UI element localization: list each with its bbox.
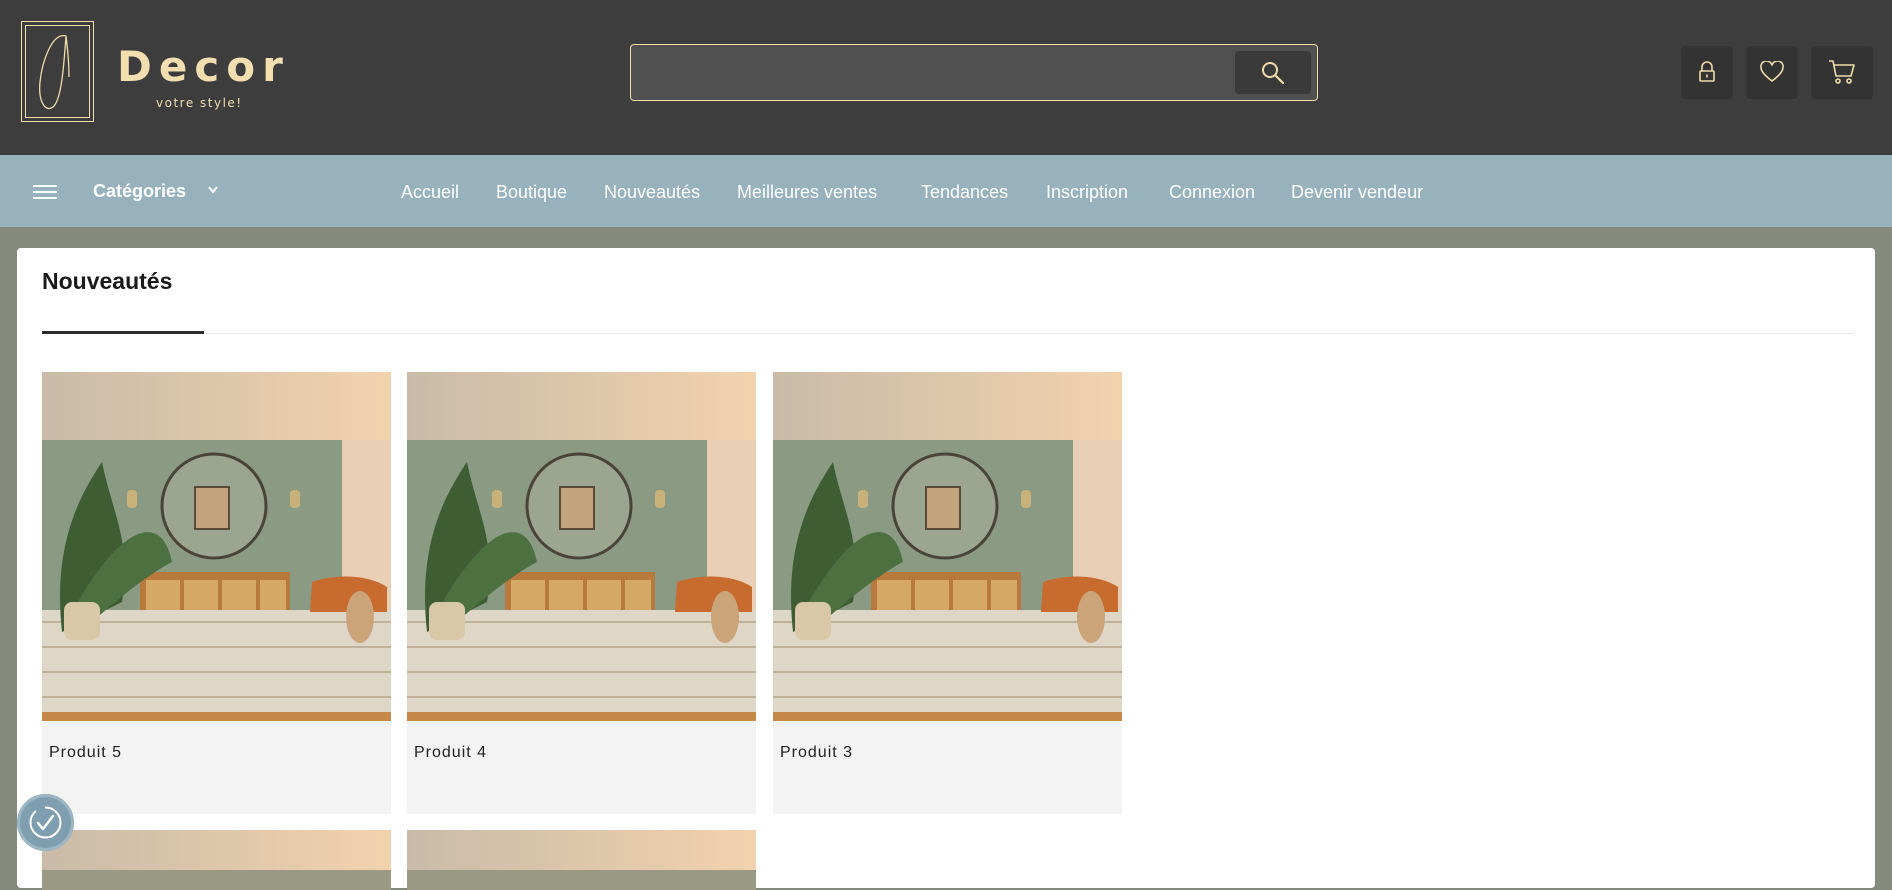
product-image[interactable] <box>407 372 756 721</box>
product-image[interactable] <box>773 372 1122 721</box>
categories-dropdown[interactable]: Catégories <box>93 182 186 200</box>
accessibility-badge[interactable] <box>17 794 74 851</box>
brand-tagline: votre style! <box>156 96 243 110</box>
product-card[interactable]: Produit 3 <box>773 372 1122 814</box>
product-card[interactable]: Produit 4 <box>407 372 756 814</box>
nav-link-connexion[interactable]: Connexion <box>1169 183 1255 201</box>
chevron-down-icon[interactable] <box>207 185 219 195</box>
menu-icon[interactable] <box>33 185 57 199</box>
check-badge-icon <box>29 806 62 839</box>
product-image[interactable] <box>42 372 391 721</box>
new-arrivals-panel: Nouveautés Produit 5 Produit 4 Produit 3 <box>17 248 1875 890</box>
search-icon <box>1262 62 1285 85</box>
nav-link-meilleures-ventes[interactable]: Meilleures ventes <box>737 183 877 201</box>
search-bar <box>630 44 1318 101</box>
product-name[interactable]: Produit 3 <box>780 745 853 761</box>
search-button[interactable] <box>1235 51 1311 94</box>
search-input[interactable] <box>639 53 1233 95</box>
nav-link-tendances[interactable]: Tendances <box>921 183 1008 201</box>
product-image[interactable] <box>42 830 391 890</box>
account-button[interactable] <box>1681 46 1733 99</box>
brand-name[interactable]: Decor <box>117 46 290 88</box>
lock-icon <box>1699 61 1715 82</box>
product-name[interactable]: Produit 4 <box>414 745 487 761</box>
section-title: Nouveautés <box>42 268 173 294</box>
product-card[interactable] <box>407 830 756 890</box>
product-image[interactable] <box>407 830 756 890</box>
main-nav: Catégories Accueil Boutique Nouveautés M… <box>0 155 1892 227</box>
product-name[interactable]: Produit 5 <box>49 745 122 761</box>
product-card[interactable]: Produit 5 <box>42 372 391 814</box>
nav-link-boutique[interactable]: Boutique <box>496 183 567 201</box>
cart-icon <box>1829 60 1855 84</box>
section-title-underline <box>42 331 204 334</box>
heart-icon <box>1760 61 1784 83</box>
nav-link-accueil[interactable]: Accueil <box>401 183 459 201</box>
nav-link-inscription[interactable]: Inscription <box>1046 183 1128 201</box>
product-card[interactable] <box>42 830 391 890</box>
wishlist-button[interactable] <box>1746 46 1798 99</box>
nav-link-nouveautes[interactable]: Nouveautés <box>604 183 700 201</box>
logo-mark[interactable] <box>21 21 94 122</box>
cart-button[interactable] <box>1811 46 1873 99</box>
top-header: Decor votre style! <box>0 0 1892 155</box>
section-divider <box>42 333 1854 334</box>
nav-link-devenir-vendeur[interactable]: Devenir vendeur <box>1291 183 1423 201</box>
